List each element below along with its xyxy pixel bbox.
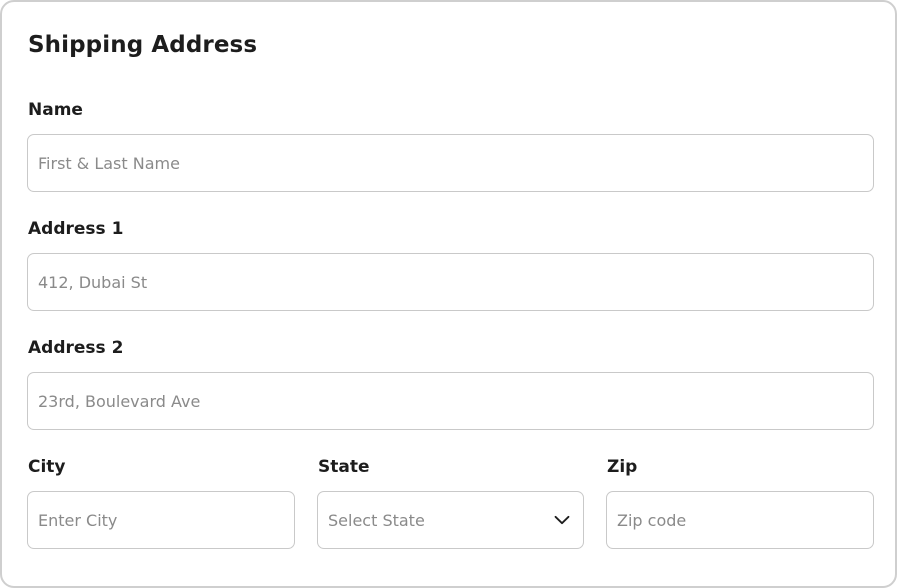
- zip-field-container: [606, 491, 874, 549]
- chevron-down-icon: [553, 511, 571, 529]
- zip-label: Zip: [607, 457, 638, 477]
- city-label: City: [28, 457, 66, 477]
- state-select[interactable]: Select State: [317, 491, 584, 549]
- state-select-value: Select State: [328, 510, 425, 530]
- city-input[interactable]: [38, 510, 282, 530]
- zip-input[interactable]: [617, 510, 861, 530]
- address1-label: Address 1: [28, 219, 124, 239]
- state-label: State: [318, 457, 370, 477]
- name-field-container: [27, 134, 874, 192]
- form-title: Shipping Address: [28, 32, 258, 58]
- address2-input[interactable]: [38, 391, 861, 411]
- shipping-address-card: Shipping Address Name Address 1 Address …: [0, 0, 897, 588]
- address1-field-container: [27, 253, 874, 311]
- city-field-container: [27, 491, 295, 549]
- address1-input[interactable]: [38, 272, 861, 292]
- name-input[interactable]: [38, 153, 861, 173]
- name-label: Name: [28, 100, 83, 120]
- address2-field-container: [27, 372, 874, 430]
- address2-label: Address 2: [28, 338, 124, 358]
